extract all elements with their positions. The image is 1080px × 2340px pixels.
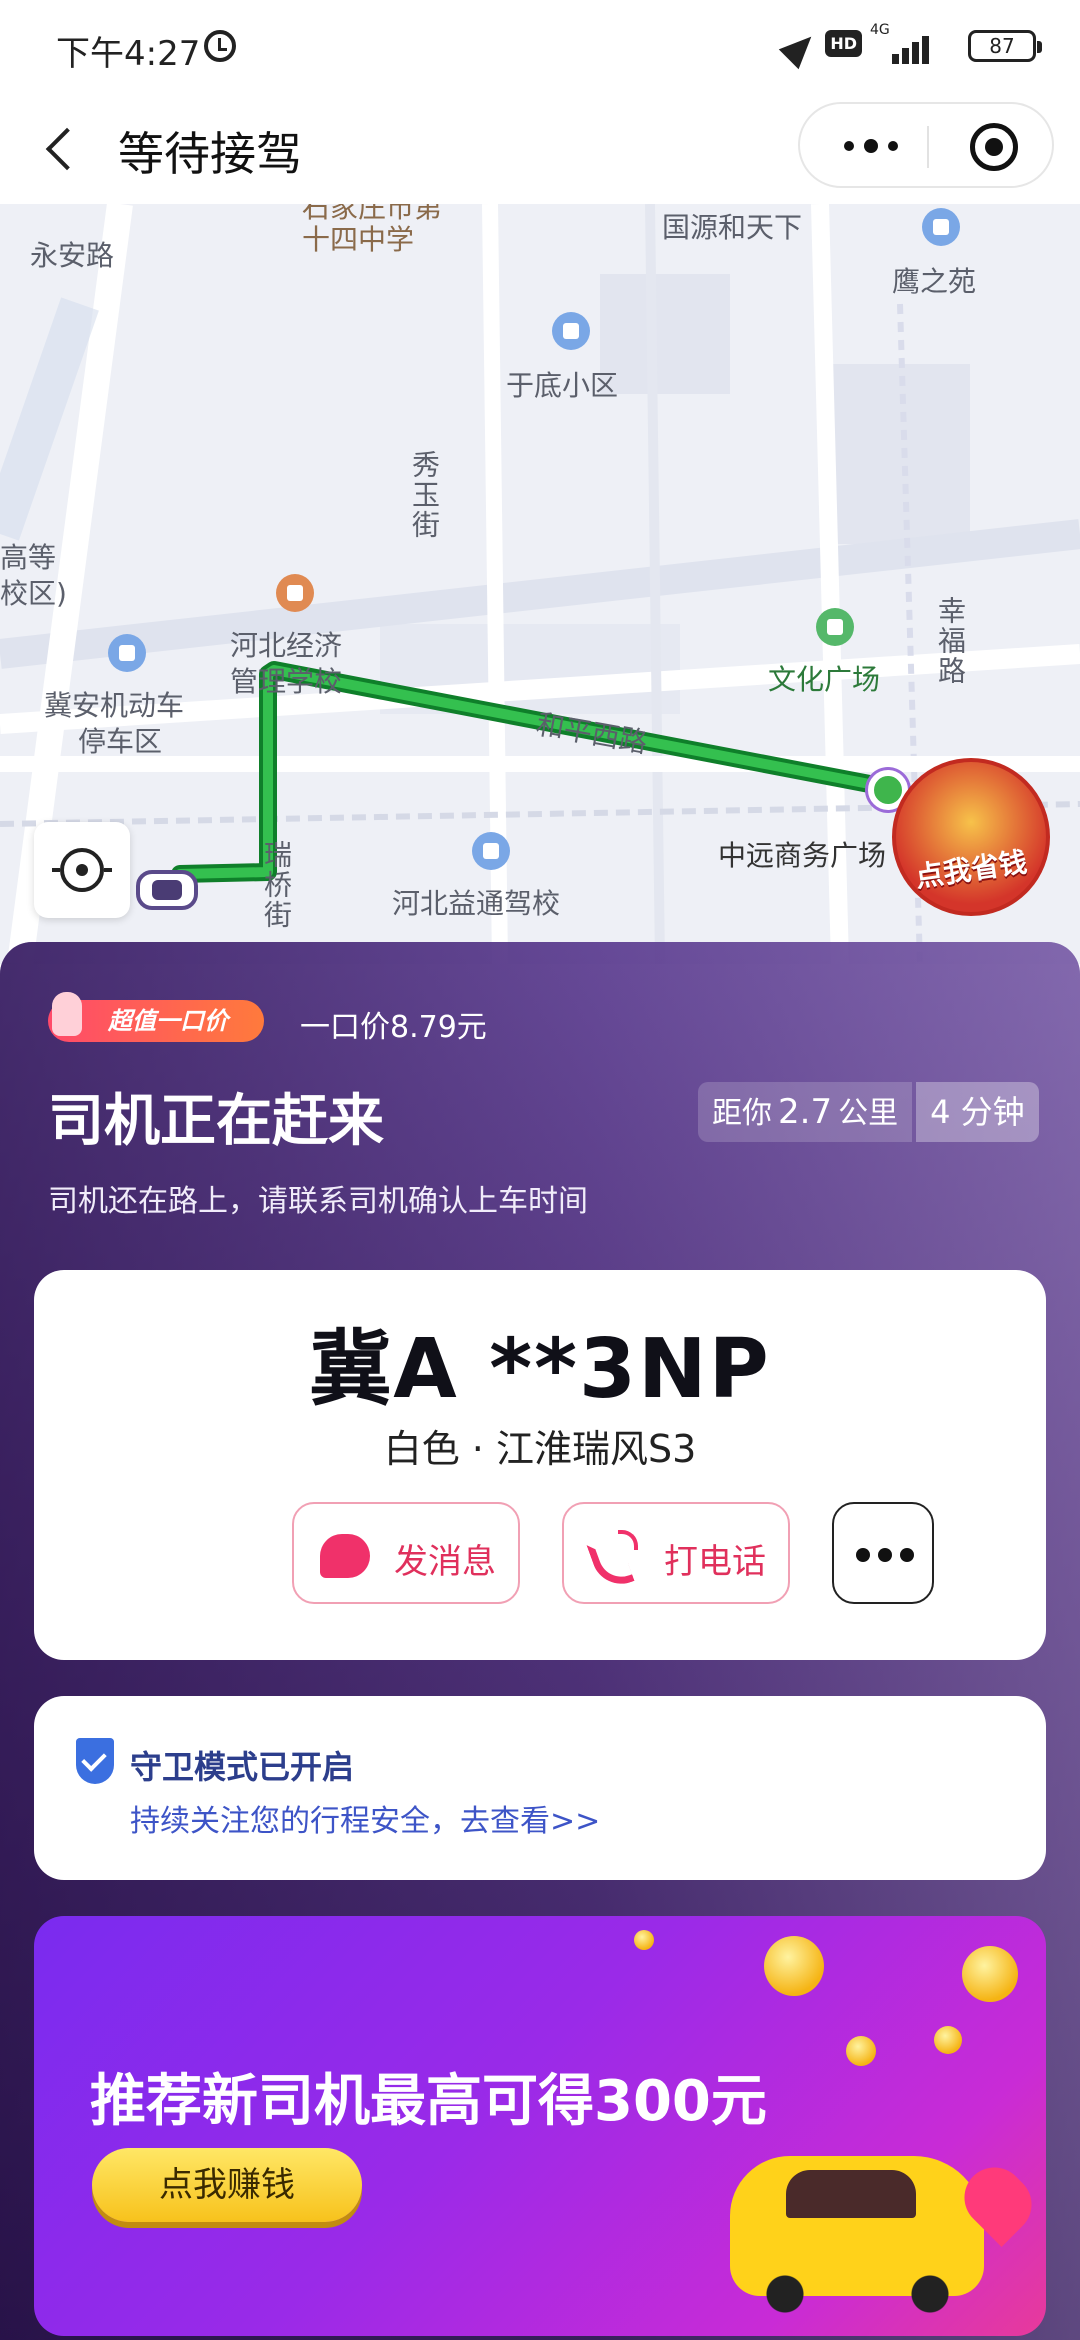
signal-icon: 4G <box>870 22 936 64</box>
promo-banner[interactable]: 推荐新司机最高可得300元 点我赚钱 <box>34 1916 1046 2336</box>
map-view[interactable]: 石家庄市第 十四中学 永安路 国源和天下 鹰之苑 于底小区 秀玉街 高等 校区)… <box>0 204 1080 964</box>
car-illustration-icon <box>730 2156 984 2314</box>
network-label: 4G <box>870 22 890 38</box>
status-bar: 下午4:27 HD 4G 87 <box>0 0 1080 92</box>
earn-money-button[interactable]: 点我赚钱 <box>92 2148 362 2222</box>
map-label: 文化广场 <box>768 663 881 696</box>
mini-program-capsule <box>798 102 1054 188</box>
save-money-button[interactable]: 点我省钱 <box>892 758 1050 916</box>
shield-icon <box>76 1738 114 1784</box>
driver-card: 冀A **3NP 白色 · 江淮瑞风S3 发消息 打电话 <box>34 1270 1046 1660</box>
battery-icon: 87 <box>968 30 1042 62</box>
bus-icon <box>108 634 146 672</box>
residential-icon <box>922 208 960 246</box>
coin-icon <box>764 1936 824 1996</box>
message-icon <box>320 1534 370 1578</box>
status-icons: HD 4G 87 <box>724 22 1044 70</box>
map-label: 幸福路 <box>934 596 967 686</box>
back-button[interactable] <box>36 116 92 180</box>
locate-button[interactable] <box>34 822 130 918</box>
trip-status-subtitle: 司机还在路上，请联系司机确认上车时间 <box>48 1184 588 1219</box>
map-label: 于底小区 <box>506 369 619 402</box>
park-icon <box>816 608 854 646</box>
guard-mode-title: 守卫模式已开启 <box>130 1748 355 1786</box>
call-button[interactable]: 打电话 <box>562 1502 790 1604</box>
map-label: 秀玉街 <box>408 450 441 540</box>
map-label: 永安路 <box>30 239 115 272</box>
guard-mode-card[interactable]: 守卫模式已开启 持续关注您的行程安全，去查看>> <box>34 1696 1046 1880</box>
coin-icon <box>846 2036 876 2066</box>
nav-bar: 等待接驾 <box>0 92 1080 204</box>
map-label: 停车区 <box>78 725 163 758</box>
close-target-icon[interactable] <box>970 123 1018 171</box>
map-label: 中远商务广场 <box>718 839 887 872</box>
distance-info: 距你 2.7 公里 <box>698 1082 913 1142</box>
map-label: 高等 <box>0 541 57 574</box>
status-time: 下午4:27 <box>56 34 201 74</box>
driving-school-icon <box>472 832 510 870</box>
map-label: 河北经济 <box>230 629 343 662</box>
car-model: 白色 · 江淮瑞风S3 <box>383 1427 697 1471</box>
coin-icon <box>634 1930 654 1950</box>
map-label: 国源和天下 <box>662 211 803 244</box>
page-title: 等待接驾 <box>118 127 302 181</box>
price-text: 一口价8.79元 <box>300 1010 487 1045</box>
capsule-divider <box>927 126 929 168</box>
coin-icon <box>934 2026 962 2054</box>
school-icon <box>276 574 314 612</box>
location-arrow-icon <box>778 26 822 70</box>
map-label: 河北益通驾校 <box>392 887 561 920</box>
car-icon <box>136 870 198 910</box>
more-icon[interactable] <box>834 104 910 188</box>
eta-time: 4 分钟 <box>916 1082 1039 1142</box>
phone-icon <box>590 1528 640 1578</box>
map-label: 冀安机动车 <box>44 689 185 722</box>
map-label: 十四中学 <box>302 223 415 256</box>
coin-icon <box>962 1946 1018 2002</box>
guard-mode-link[interactable]: 持续关注您的行程安全，去查看>> <box>130 1796 600 1840</box>
map-label: 管理学校 <box>230 665 343 698</box>
more-actions-button[interactable] <box>832 1502 934 1604</box>
alarm-icon <box>204 30 236 62</box>
map-label: 瑞桥街 <box>260 840 293 930</box>
trip-status-title: 司机正在赶来 <box>48 1089 384 1154</box>
distance-unit: 公里 <box>838 1096 899 1131</box>
message-label: 发消息 <box>394 1542 496 1582</box>
map-label: 鹰之苑 <box>892 265 977 298</box>
residential-icon <box>552 312 590 350</box>
trip-panel: 超值一口价 一口价8.79元 司机正在赶来 司机还在路上，请联系司机确认上车时间… <box>0 942 1080 2340</box>
call-label: 打电话 <box>664 1542 766 1582</box>
promo-title: 推荐新司机最高可得300元 <box>90 2069 767 2134</box>
eta-box: 距你 2.7 公里 4 分钟 <box>698 1082 1039 1142</box>
license-plate: 冀A **3NP <box>309 1322 771 1417</box>
map-label: 校区) <box>0 577 67 610</box>
distance-prefix: 距你 <box>712 1096 772 1131</box>
hd-icon: HD <box>825 30 862 57</box>
locate-icon <box>52 848 112 892</box>
save-money-label: 点我省钱 <box>913 845 1029 894</box>
hand-icon <box>52 992 82 1036</box>
message-button[interactable]: 发消息 <box>292 1502 520 1604</box>
distance-value: 2.7 <box>778 1092 833 1132</box>
